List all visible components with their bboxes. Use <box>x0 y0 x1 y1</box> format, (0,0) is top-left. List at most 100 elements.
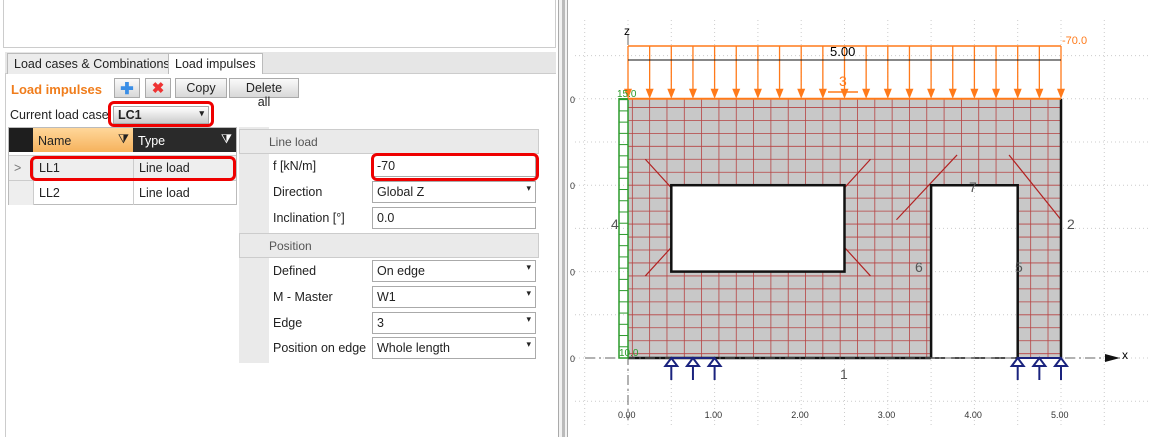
load-value-label: -70.0 <box>1062 35 1087 47</box>
x-tick-label: 5.00 <box>1051 410 1069 420</box>
reinforcement-mesh <box>628 98 1061 358</box>
inclination-label: Inclination [°] <box>273 211 345 225</box>
edge-label-4: 4 <box>611 216 619 232</box>
load-arrowhead <box>862 88 871 99</box>
load-arrowhead <box>818 88 827 99</box>
wall-edge <box>929 98 1063 358</box>
direction-select[interactable]: Global Z <box>372 181 536 203</box>
diagonal-bar <box>826 227 871 277</box>
x-axis-arrow <box>1105 354 1120 362</box>
axis-x-label: x <box>1122 348 1128 362</box>
edge-label-2: 2 <box>1067 216 1075 232</box>
x-tick-label: 1.00 <box>705 410 723 420</box>
support-icon <box>684 356 701 367</box>
direction-label: Direction <box>273 185 323 199</box>
load-arrowhead <box>753 88 762 99</box>
x-icon: ✖ <box>151 80 165 97</box>
edge-label-5: 5 <box>1015 259 1023 275</box>
z-tick-label: 0 <box>570 95 575 105</box>
support-icon <box>706 356 723 367</box>
load-arrowhead <box>1035 88 1044 99</box>
load-arrowhead <box>797 88 806 99</box>
support-icon <box>1053 356 1069 367</box>
load-arrowhead <box>905 88 914 99</box>
wall <box>628 98 1061 359</box>
header-indicator <box>9 128 33 152</box>
load-arrowhead <box>688 88 697 99</box>
inclination-input[interactable]: 0.0 <box>372 207 536 229</box>
add-button[interactable]: ✚ <box>114 78 140 98</box>
load-arrowhead <box>624 88 632 99</box>
f-label: f [kN/m] <box>273 159 317 173</box>
filter-icon[interactable]: ⧩ <box>118 132 129 147</box>
x-tick-label: 0.00 <box>618 410 636 420</box>
load-arrowhead <box>970 88 979 99</box>
header-type[interactable]: Type ⧩ <box>133 128 236 152</box>
diagonal-bar <box>896 154 958 221</box>
section-position: Position <box>239 233 539 258</box>
edge-label-1: 1 <box>840 366 848 382</box>
highlight <box>108 101 214 127</box>
diagonal-bar <box>644 227 690 277</box>
load-arrowhead <box>1013 88 1022 99</box>
x-tick-label: 2.00 <box>791 410 809 420</box>
diagonal-bar <box>1008 154 1062 221</box>
load-arrowhead <box>775 88 784 99</box>
load-arrowhead <box>840 88 849 99</box>
master-select[interactable]: W1 <box>372 286 536 308</box>
row-name: LL2 <box>33 181 133 205</box>
edge-label-7: 7 <box>969 179 977 195</box>
diagonal-bar <box>644 158 690 208</box>
green-top-label: 15.0 <box>617 89 637 100</box>
header-name[interactable]: Name ⧩ <box>33 128 133 152</box>
green-load <box>618 98 629 359</box>
panel-title: Load impulses <box>11 82 103 97</box>
highlight <box>30 156 236 181</box>
table-row[interactable]: LL2 Line load <box>9 180 236 205</box>
delete-all-button[interactable]: Delete all <box>229 78 299 109</box>
axis-z-label: z <box>624 24 630 38</box>
z-tick-label: 0 <box>570 354 575 364</box>
load-arrowhead <box>992 88 1001 99</box>
delete-button[interactable]: ✖ <box>145 78 171 98</box>
splitter[interactable] <box>558 0 568 437</box>
section-line-load: Line load <box>239 129 539 154</box>
defined-select[interactable]: On edge <box>372 260 536 282</box>
z-tick-label: 0 <box>570 268 575 278</box>
support-icon <box>1031 356 1048 367</box>
top-area <box>3 0 556 48</box>
current-load-case-label: Current load case <box>10 108 109 122</box>
edge-label: Edge <box>273 316 303 330</box>
edge-label-3: 3 <box>839 73 847 89</box>
load-arrowhead <box>710 88 719 99</box>
window-opening <box>670 183 846 273</box>
support-icon <box>663 356 680 367</box>
row-indicator <box>9 181 33 205</box>
load-arrowhead <box>927 88 936 99</box>
tab-load-cases[interactable]: Load cases & Combinations <box>7 53 177 74</box>
highlight <box>371 153 539 181</box>
z-tick-label: 0 <box>570 181 575 191</box>
filter-icon[interactable]: ⧩ <box>221 132 232 147</box>
position-label: Position on edge <box>273 341 367 355</box>
diagonal-bar <box>826 158 871 208</box>
edge-select[interactable]: 3 <box>372 312 536 334</box>
edge-label-6: 6 <box>915 259 923 275</box>
master-label: M - Master <box>273 290 333 304</box>
load-arrowhead <box>645 88 654 99</box>
support-icon <box>1009 356 1026 367</box>
x-tick-label: 3.00 <box>878 410 896 420</box>
plus-icon: ✚ <box>120 81 134 98</box>
tab-load-impulses[interactable]: Load impulses <box>168 53 263 75</box>
position-select[interactable]: Whole length <box>372 337 536 359</box>
row-type: Line load <box>133 181 236 205</box>
copy-button[interactable]: Copy <box>175 78 227 98</box>
load-arrowhead <box>667 88 676 99</box>
load-arrowhead <box>948 88 957 99</box>
x-tick-label: 4.00 <box>964 410 982 420</box>
load-impulses-pane: Load impulses ✚ ✖ Copy Delete all Curren… <box>5 74 556 437</box>
dimension-label: 5.00 <box>830 44 855 59</box>
green-bottom-label: 10.0 <box>619 348 639 359</box>
load-arrowhead <box>732 88 741 99</box>
left-panel: Load cases & Combinations Load impulses … <box>0 0 558 437</box>
